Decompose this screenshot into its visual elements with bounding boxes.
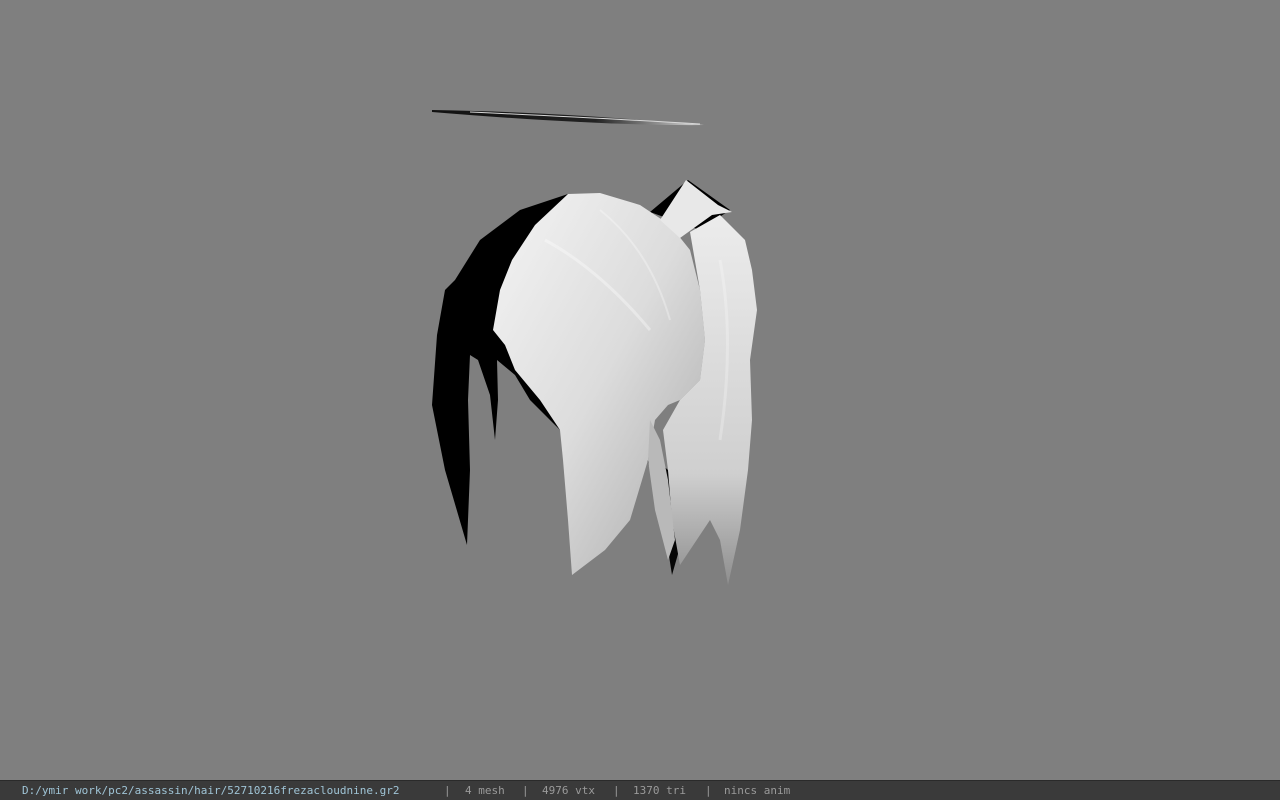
halo-ring (432, 110, 704, 126)
mesh-count: 4 mesh (465, 784, 505, 797)
status-separator: | (613, 784, 620, 797)
hair-main (493, 180, 757, 585)
status-separator: | (444, 784, 451, 797)
triangle-count: 1370 tri (633, 784, 686, 797)
animation-status: nincs anim (724, 784, 791, 797)
model-render (432, 110, 757, 585)
status-bar: D:/ymir work/pc2/assassin/hair/52710216f… (0, 780, 1280, 800)
file-path: D:/ymir work/pc2/assassin/hair/52710216f… (22, 784, 400, 797)
status-separator: | (522, 784, 529, 797)
status-separator: | (705, 784, 712, 797)
vertex-count: 4976 vtx (542, 784, 595, 797)
3d-viewport[interactable] (0, 0, 1280, 780)
